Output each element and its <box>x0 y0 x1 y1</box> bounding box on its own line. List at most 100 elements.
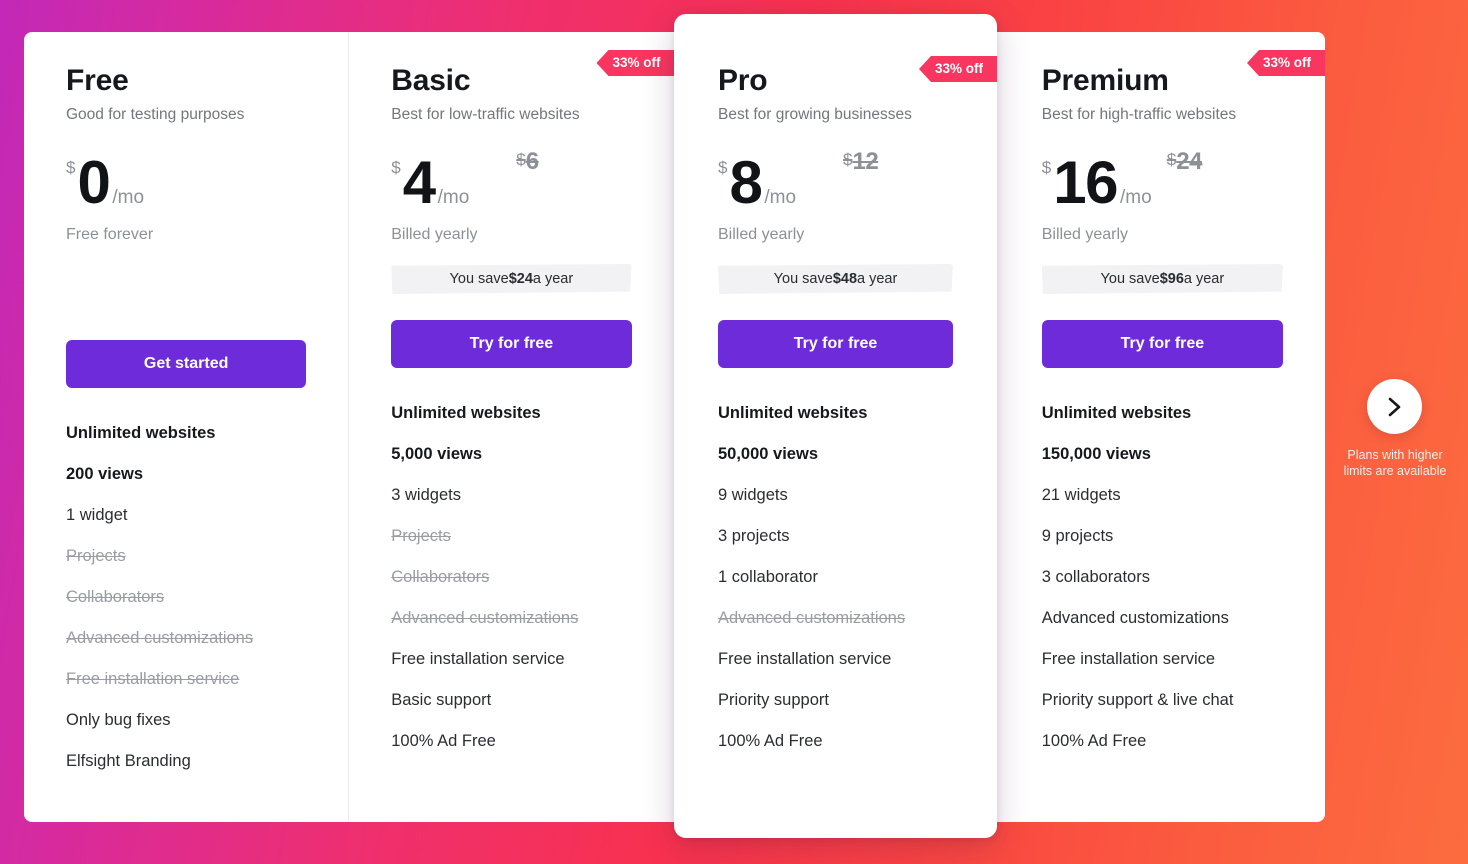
feature-list: Unlimited websites 150,000 views 21 widget… <box>1042 404 1283 751</box>
savings-suffix: a year <box>1183 271 1225 287</box>
feature-item: Unlimited websites <box>391 404 541 422</box>
plan-tagline: Good for testing purposes <box>66 106 245 123</box>
feature-item: Unlimited websites <box>66 424 216 442</box>
discount-badge: 33% off <box>1246 50 1325 76</box>
cta-button[interactable]: Try for free <box>1041 320 1283 368</box>
feature-item: 5,000 views <box>391 445 483 463</box>
currency-symbol: $ <box>718 157 728 177</box>
feature-item: 100% Ad Free <box>391 732 496 750</box>
feature-item-disabled: Free installation service <box>66 670 240 688</box>
feature-item: 50,000 views <box>718 445 818 463</box>
plan-column-free: Free Good for testing purposes $0/mo Free f… <box>24 32 350 822</box>
plan-name: Premium <box>1041 64 1169 97</box>
plan-name: Pro <box>718 64 768 97</box>
old-currency-symbol: $ <box>843 150 853 169</box>
current-price: $4/mo <box>391 148 469 216</box>
feature-item: Priority support & live chat <box>1041 691 1234 709</box>
billing-note: Free forever <box>66 226 154 243</box>
old-price: $6 <box>516 148 539 175</box>
feature-list: Unlimited websites 200 views 1 widget Proje… <box>66 424 306 771</box>
feature-item: 100% Ad Free <box>1041 732 1147 750</box>
feature-item: 100% Ad Free <box>718 732 823 750</box>
feature-item: Only bug fixes <box>66 711 171 729</box>
feature-item-disabled: Advanced customizations <box>391 609 579 627</box>
next-plans-button[interactable] <box>1367 379 1422 434</box>
discount-badge: 33% off <box>918 56 997 82</box>
savings-pill: You save $24 a year <box>391 264 632 294</box>
feature-item: 200 views <box>66 465 144 483</box>
old-price: $24 <box>1166 148 1203 175</box>
billing-note: Billed yearly <box>391 226 478 243</box>
current-price: $16/mo <box>1041 148 1152 216</box>
old-price: $12 <box>843 148 879 175</box>
old-price-amount: 12 <box>852 148 879 175</box>
savings-prefix: You save <box>449 271 509 287</box>
feature-item: 3 widgets <box>391 486 461 504</box>
feature-item-disabled: Projects <box>66 547 126 565</box>
cta-button[interactable]: Get started <box>66 340 307 388</box>
feature-item: 1 widget <box>66 506 128 524</box>
currency-symbol: $ <box>66 157 76 177</box>
plan-name: Basic <box>391 64 471 97</box>
price-amount: 0 <box>77 148 110 216</box>
feature-item: Free installation service <box>391 650 565 668</box>
feature-item: Free installation service <box>1041 650 1216 668</box>
savings-pill: You save $48 a year <box>718 264 953 294</box>
old-currency-symbol: $ <box>1166 150 1177 169</box>
feature-item: Unlimited websites <box>718 404 868 422</box>
next-plans-caption: Plans with higher limits are available <box>1326 447 1464 480</box>
feature-item: 3 projects <box>718 527 790 545</box>
feature-item: 150,000 views <box>1041 445 1151 463</box>
price-amount: 16 <box>1053 148 1118 216</box>
feature-item: Elfsight Branding <box>66 752 191 770</box>
savings-pill: You save $96 a year <box>1041 264 1283 294</box>
feature-item-disabled: Collaborators <box>66 588 165 606</box>
price-row: $8/mo $12 <box>718 142 953 216</box>
feature-list: Unlimited websites 50,000 views 9 widgets 3… <box>718 404 953 751</box>
feature-list: Unlimited websites 5,000 views 3 widgets Pr… <box>391 404 631 751</box>
savings-suffix: a year <box>532 271 574 287</box>
billing-note: Billed yearly <box>1041 226 1129 243</box>
feature-item: 9 widgets <box>718 486 788 504</box>
plan-tagline: Best for low-traffic websites <box>391 106 580 123</box>
cta-button[interactable]: Try for free <box>391 320 632 368</box>
plan-card-pro: 33% off Pro Best for growing businesses $8/… <box>674 14 997 838</box>
feature-item: 3 collaborators <box>1041 568 1150 586</box>
plan-tagline: Best for high-traffic websites <box>1041 106 1237 123</box>
plan-column-premium: 33% off Premium Best for high-traffic webs… <box>1000 32 1325 822</box>
next-plans-caption-line2: limits are available <box>1343 464 1447 479</box>
feature-item: 21 widgets <box>1041 486 1121 504</box>
cta-button[interactable]: Try for free <box>718 320 953 368</box>
savings-prefix: You save <box>773 271 833 287</box>
current-price: $8/mo <box>718 148 797 216</box>
currency-symbol: $ <box>391 157 401 177</box>
next-plans-caption-line1: Plans with higher <box>1347 448 1443 462</box>
price-row: $4/mo $6 <box>391 142 631 216</box>
currency-symbol: $ <box>1041 157 1052 177</box>
savings-amount: $24 <box>508 271 533 287</box>
price-row: $16/mo $24 <box>1041 142 1283 216</box>
current-price: $0/mo <box>66 148 145 216</box>
price-period: /mo <box>112 187 145 208</box>
savings-amount: $48 <box>832 271 858 287</box>
billing-note: Billed yearly <box>718 226 805 243</box>
savings-suffix: a year <box>857 271 898 287</box>
price-period: /mo <box>1119 187 1152 208</box>
feature-item-disabled: Advanced customizations <box>718 609 906 627</box>
price-period: /mo <box>764 187 797 208</box>
chevron-right-icon <box>1386 396 1403 418</box>
price-amount: 4 <box>402 148 436 216</box>
old-price-amount: 6 <box>525 148 539 175</box>
old-price-amount: 24 <box>1176 148 1202 175</box>
plan-tagline: Best for growing businesses <box>718 106 912 123</box>
feature-item: Unlimited websites <box>1041 404 1192 422</box>
feature-item-disabled: Projects <box>391 527 451 545</box>
feature-item: 9 projects <box>1041 527 1114 545</box>
savings-prefix: You save <box>1100 271 1160 287</box>
old-currency-symbol: $ <box>516 150 526 169</box>
plan-name: Free <box>66 64 129 97</box>
feature-item: Advanced customizations <box>1041 609 1229 627</box>
price-amount: 8 <box>729 148 762 216</box>
plan-column-basic: 33% off Basic Best for low-traffic website… <box>349 32 675 822</box>
feature-item-disabled: Collaborators <box>391 568 490 586</box>
